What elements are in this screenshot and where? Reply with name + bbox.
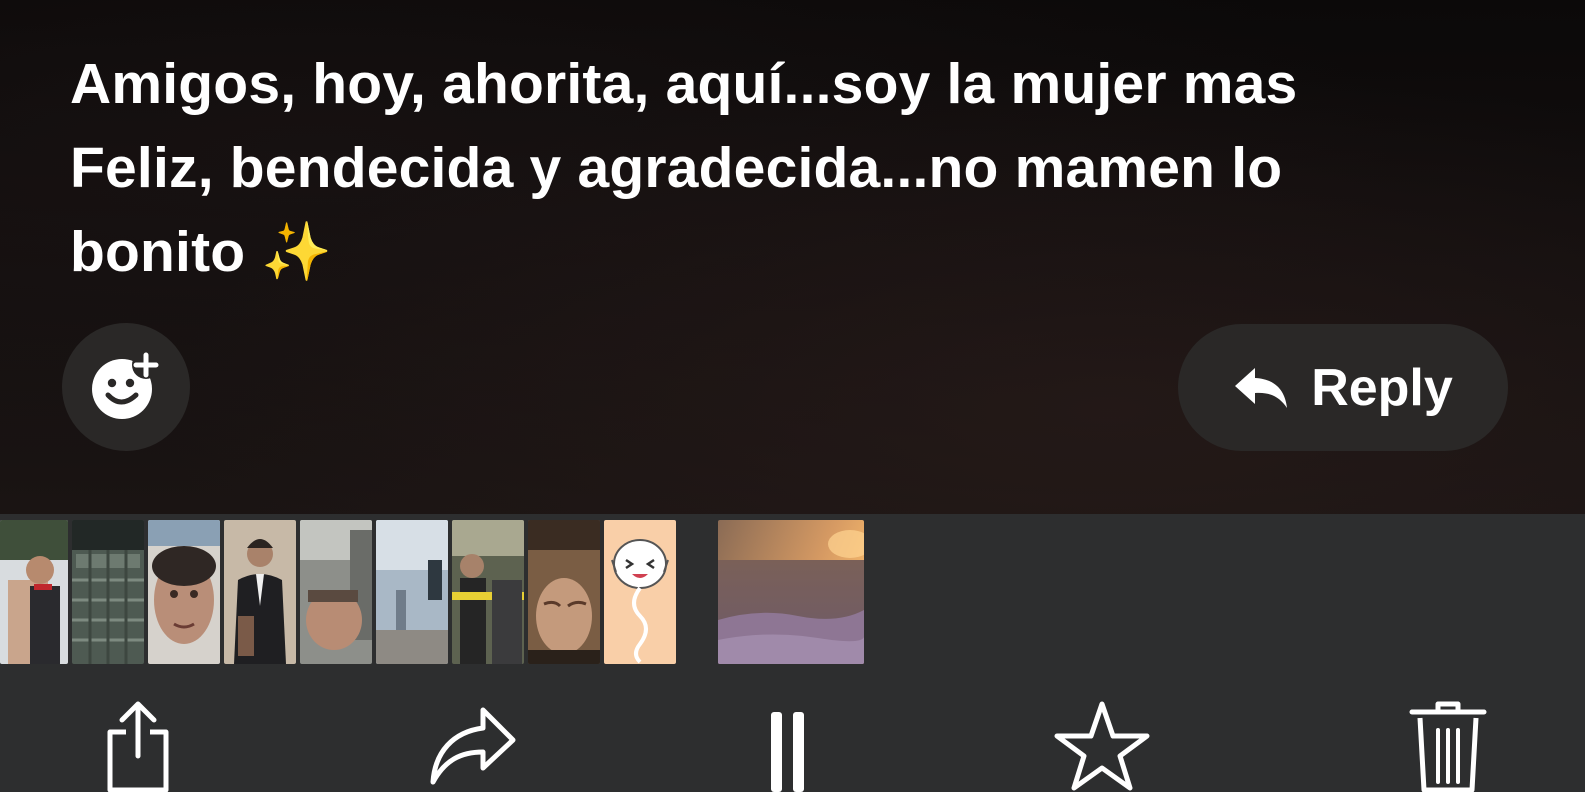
thumbnail-7[interactable] xyxy=(452,520,524,664)
thumbnail-2[interactable] xyxy=(72,520,144,664)
star-button[interactable] xyxy=(1052,700,1152,792)
thumbnail-3[interactable] xyxy=(148,520,220,664)
caption-line-2: Feliz, bendecida y agradecida...no mamen… xyxy=(70,136,1283,200)
trash-button[interactable] xyxy=(1398,700,1498,792)
message-caption: Amigos, hoy, ahorita, aquí...soy la muje… xyxy=(70,42,1450,294)
pause-button[interactable] xyxy=(734,700,834,792)
sparkles-emoji: ✨ xyxy=(261,220,333,284)
thumbnail-9-sticker[interactable] xyxy=(604,520,676,664)
trash-icon xyxy=(1409,701,1487,792)
thumbnail-4[interactable] xyxy=(224,520,296,664)
thumbnail-8[interactable] xyxy=(528,520,600,664)
message-viewer: Amigos, hoy, ahorita, aquí...soy la muje… xyxy=(0,0,1585,514)
reply-label: Reply xyxy=(1311,358,1453,417)
pause-icon xyxy=(771,712,804,792)
thumbnail-6[interactable] xyxy=(376,520,448,664)
thumbnail-1[interactable] xyxy=(0,520,68,664)
share-button[interactable] xyxy=(88,700,188,792)
caption-line-3-text: bonito xyxy=(70,220,246,284)
share-icon xyxy=(107,701,169,792)
reply-button[interactable]: Reply xyxy=(1178,324,1508,451)
caption-line-3: bonito ✨ xyxy=(70,210,1450,294)
add-reaction-button[interactable] xyxy=(62,323,190,451)
star-icon xyxy=(1054,701,1150,791)
reply-arrow-icon xyxy=(1235,367,1288,408)
caption-line-1: Amigos, hoy, ahorita, aquí...soy la muje… xyxy=(70,52,1298,116)
thumbnail-5[interactable] xyxy=(300,520,372,664)
forward-button[interactable] xyxy=(423,700,523,792)
add-reaction-icon xyxy=(92,351,160,419)
forward-icon xyxy=(430,707,516,785)
thumbnail-10[interactable] xyxy=(718,520,864,664)
